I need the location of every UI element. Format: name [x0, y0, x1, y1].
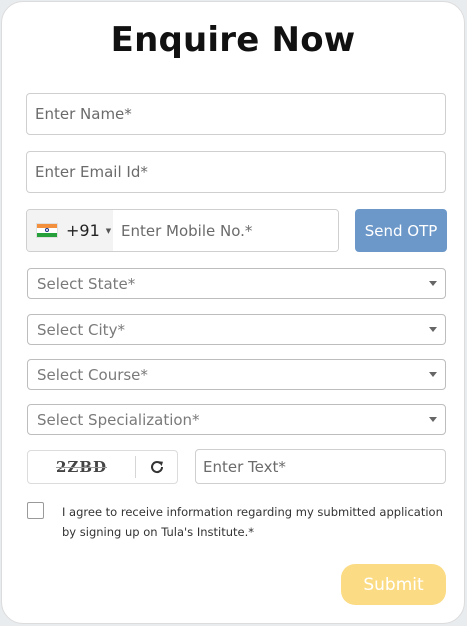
mobile-input[interactable]: [113, 210, 338, 251]
chevron-down-icon: [429, 281, 437, 286]
name-field[interactable]: [26, 93, 446, 135]
form-title: Enquire Now: [110, 20, 356, 60]
mobile-field[interactable]: +91 ▼: [26, 209, 339, 252]
specialization-select-label: Select Specialization*: [37, 411, 200, 429]
chevron-down-icon: [429, 417, 437, 422]
email-input[interactable]: [27, 152, 445, 192]
captcha-input[interactable]: [196, 450, 445, 483]
refresh-icon: [150, 461, 163, 474]
email-field[interactable]: [26, 151, 446, 193]
india-flag-icon: [36, 223, 58, 238]
state-select-label: Select State*: [37, 275, 136, 293]
course-select[interactable]: Select Course*: [27, 359, 446, 390]
dial-code: +91: [66, 221, 100, 240]
chevron-down-icon: [429, 372, 437, 377]
city-select-label: Select City*: [37, 321, 125, 339]
chevron-down-icon: [429, 327, 437, 332]
send-otp-button[interactable]: Send OTP: [355, 209, 447, 252]
state-select[interactable]: Select State*: [27, 268, 446, 299]
city-select[interactable]: Select City*: [27, 314, 446, 345]
captcha-code: 2ZBD: [55, 458, 108, 476]
enquiry-form-card: Enquire Now +91 ▼ Send OTP Select State*…: [1, 1, 465, 624]
submit-button[interactable]: Submit: [341, 564, 446, 605]
captcha-refresh-button[interactable]: [136, 459, 177, 475]
consent-checkbox[interactable]: [27, 502, 44, 519]
country-code-dropdown[interactable]: +91 ▼: [27, 210, 113, 251]
captcha-box: 2ZBD: [27, 450, 178, 484]
chevron-down-icon: ▼: [105, 226, 112, 235]
name-input[interactable]: [27, 94, 445, 134]
consent-text: I agree to receive information regarding…: [62, 505, 443, 539]
course-select-label: Select Course*: [37, 366, 148, 384]
captcha-field[interactable]: [195, 449, 446, 484]
specialization-select[interactable]: Select Specialization*: [27, 404, 446, 435]
